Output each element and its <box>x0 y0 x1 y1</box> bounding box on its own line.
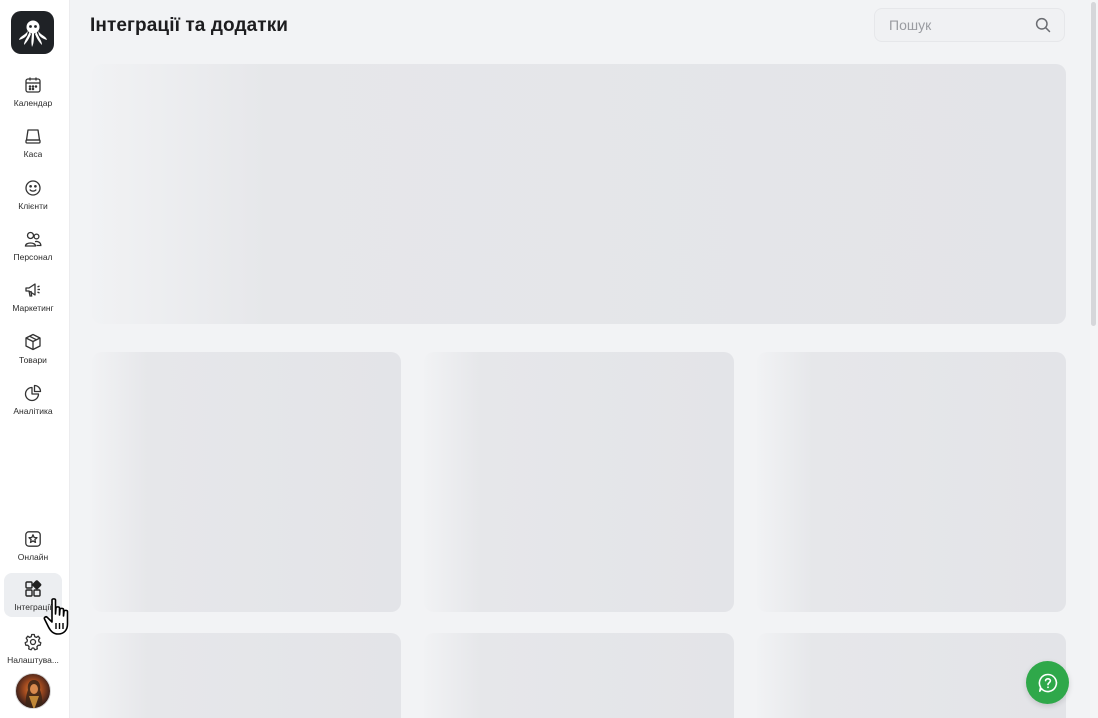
sidebar-item-calendar[interactable]: Календар <box>4 72 62 116</box>
skeleton-card <box>92 633 401 718</box>
sidebar-item-products[interactable]: Товари <box>4 329 62 373</box>
calendar-icon <box>24 75 42 95</box>
sidebar-item-label: Аналітика <box>13 406 53 416</box>
sidebar-item-online[interactable]: Онлайн <box>4 526 62 570</box>
octopus-logo-icon[interactable] <box>11 11 54 54</box>
megaphone-icon <box>24 280 42 300</box>
sidebar-item-label: Онлайн <box>17 552 49 562</box>
search-icon[interactable] <box>1035 17 1051 38</box>
sidebar-item-label: Товари <box>19 355 47 365</box>
star-square-icon <box>24 529 42 549</box>
sidebar-item-label: Маркетинг <box>12 303 54 313</box>
sidebar-item-settings[interactable]: Налаштува... <box>4 629 62 673</box>
scrollbar-thumb[interactable] <box>1091 2 1096 326</box>
page-title: Інтеграції та додатки <box>90 15 289 36</box>
avatar[interactable] <box>15 673 51 709</box>
sidebar-item-label: Клієнти <box>18 201 48 211</box>
sidebar-item-staff[interactable]: Персонал <box>4 226 62 270</box>
sidebar-item-label: Інтеграції <box>14 602 52 612</box>
sidebar-item-label: Каса <box>23 149 43 159</box>
sidebar-item-analytics[interactable]: Аналітика <box>4 380 62 424</box>
sidebar-item-marketing[interactable]: Маркетинг <box>4 277 62 321</box>
gear-icon <box>24 632 42 652</box>
scrollbar[interactable] <box>1090 0 1098 718</box>
sidebar: Календар Каса Клієнти Персонал Маркетинг… <box>0 0 70 718</box>
skeleton-card <box>92 352 401 612</box>
sidebar-item-label: Календар <box>13 98 53 108</box>
smile-icon <box>24 178 42 198</box>
sidebar-item-label: Персонал <box>13 252 53 262</box>
skeleton-card <box>757 633 1066 718</box>
skeleton-banner <box>92 64 1066 324</box>
sidebar-item-clients[interactable]: Клієнти <box>4 175 62 219</box>
search-input[interactable] <box>875 9 1025 41</box>
cash-register-icon <box>24 126 42 146</box>
skeleton-card <box>424 352 734 612</box>
search-box[interactable] <box>874 8 1065 42</box>
skeleton-card <box>757 352 1066 612</box>
box-icon <box>24 332 42 352</box>
help-button[interactable] <box>1026 661 1069 704</box>
skeleton-card <box>424 633 734 718</box>
app-root: Календар Каса Клієнти Персонал Маркетинг… <box>0 0 1098 718</box>
sidebar-item-label: Налаштува... <box>7 655 59 665</box>
sidebar-item-integrations[interactable]: Інтеграції <box>4 573 62 617</box>
pie-chart-icon <box>24 383 42 403</box>
apps-icon <box>24 579 42 599</box>
sidebar-item-cash[interactable]: Каса <box>4 123 62 167</box>
help-chat-icon <box>1038 673 1057 692</box>
users-icon <box>24 229 42 249</box>
